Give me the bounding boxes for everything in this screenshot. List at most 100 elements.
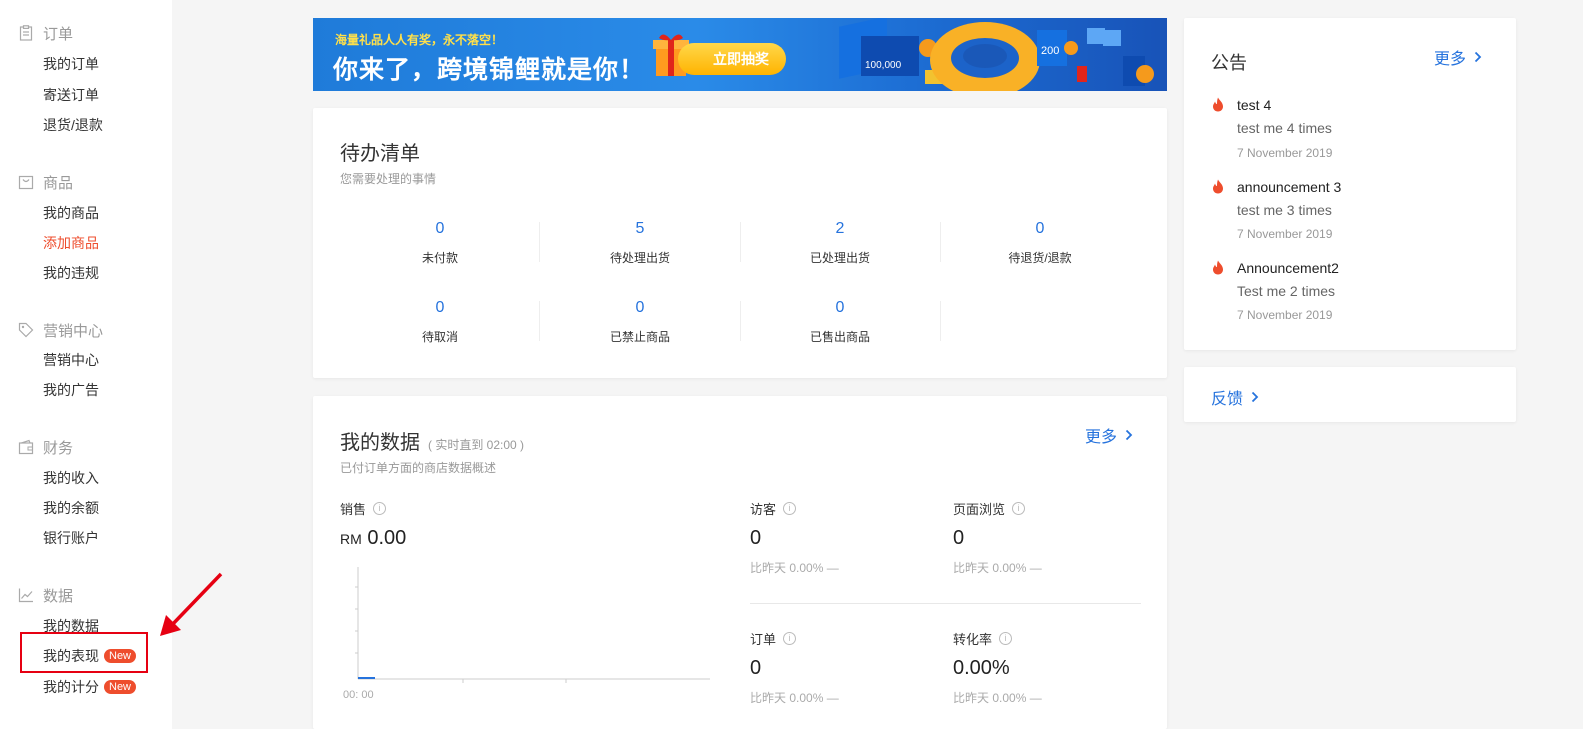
todo-banned-products-label: 已禁止商品 [609, 330, 670, 344]
sidebar-item-returns-refunds[interactable]: 退货/退款 [43, 116, 103, 134]
chevron-right-icon [1251, 391, 1259, 403]
info-icon[interactable]: i [783, 502, 797, 515]
announcement-body: Test me 2 times [1237, 283, 1336, 299]
sidebar-section-title: 数据 [43, 587, 74, 605]
todo-shipped-count[interactable]: 2 [740, 220, 940, 238]
todo-to-ship-label: 待处理出货 [609, 251, 670, 265]
orders-label-text: 订单 [750, 632, 777, 647]
todo-card: 待办清单 您需要处理的事情 0 未付款 5 待处理出货 2 已处理出货 0 待退… [313, 108, 1167, 378]
chart-x-label: 00: 00 [343, 689, 374, 701]
sidebar: 订单 我的订单 寄送订单 退货/退款 商品 我的商品 添加商品 我的违规 营销中… [0, 0, 172, 729]
sidebar-item-my-ads[interactable]: 我的广告 [43, 381, 99, 399]
sales-amount: 0.00 [367, 527, 407, 549]
tag-icon [18, 322, 34, 338]
conversion-rate-value: 0.00% [953, 657, 1010, 679]
page-views-label: 页面浏览 i [953, 499, 1026, 518]
feedback-card: 反馈 [1184, 367, 1516, 422]
my-data-title: 我的数据 [340, 432, 420, 454]
my-data-subtitle: 已付订单方面的商店数据概述 [340, 461, 497, 475]
sidebar-section-data: 数据 [18, 585, 73, 605]
todo-title: 待办清单 [340, 143, 420, 165]
page-views-label-text: 页面浏览 [953, 502, 1006, 517]
promo-banner[interactable]: 海量礼品人人有奖，永不落空！ 你来了，跨境锦鲤就是你！ 立即抽奖 100,000… [313, 18, 1167, 91]
visitors-compare: 比昨天 0.00% — [750, 561, 839, 575]
todo-unpaid-label: 未付款 [421, 251, 458, 265]
sidebar-item-add-product[interactable]: 添加商品 [43, 234, 99, 252]
feedback-link[interactable]: 反馈 [1211, 385, 1259, 409]
draw-now-button[interactable]: 立即抽奖 [678, 43, 786, 75]
sidebar-item-label: 我的计分 [43, 679, 99, 695]
sidebar-item-my-balance[interactable]: 我的余额 [43, 499, 99, 517]
wallet-icon [18, 439, 34, 455]
sidebar-item-my-orders[interactable]: 我的订单 [43, 55, 99, 73]
page-views-value: 0 [953, 527, 965, 549]
announcements-card: 公告 更多 test 4 test me 4 times 7 November … [1184, 18, 1516, 350]
sidebar-section-title: 营销中心 [43, 322, 104, 340]
sidebar-section-finance: 财务 [18, 437, 73, 457]
orders-compare: 比昨天 0.00% — [750, 691, 839, 705]
todo-sold-out-label: 已售出商品 [809, 330, 870, 344]
page-views-compare: 比昨天 0.00% — [953, 561, 1042, 575]
sidebar-section-products: 商品 [18, 172, 73, 192]
banner-headline: 你来了，跨境锦鲤就是你！ [333, 56, 646, 84]
info-icon[interactable]: i [783, 632, 797, 645]
banner-decoration: 100,000 200 [839, 18, 1154, 91]
todo-banned-products-count[interactable]: 0 [540, 299, 740, 317]
sidebar-item-my-products[interactable]: 我的商品 [43, 204, 99, 222]
conversion-rate-label: 转化率 i [953, 629, 1013, 648]
info-icon[interactable]: i [1012, 502, 1026, 515]
sidebar-item-my-violations[interactable]: 我的违规 [43, 264, 99, 282]
divider [940, 301, 941, 341]
sales-label: 销售 i [340, 499, 387, 518]
todo-return-refund-label: 待退货/退款 [1008, 251, 1072, 265]
fire-icon [1213, 179, 1223, 194]
info-icon[interactable]: i [373, 502, 387, 515]
more-label: 更多 [1085, 429, 1118, 446]
announcements-more-link[interactable]: 更多 [1434, 45, 1482, 69]
todo-subtitle: 您需要处理的事情 [340, 172, 437, 186]
announcement-body: test me 3 times [1237, 202, 1332, 218]
announcements-title: 公告 [1211, 53, 1247, 73]
sidebar-item-marketing-center[interactable]: 营销中心 [43, 351, 99, 369]
fire-icon [1213, 97, 1223, 112]
visitors-value: 0 [750, 527, 762, 549]
my-data-more-link[interactable]: 更多 [1085, 423, 1133, 447]
sales-label-text: 销售 [340, 502, 367, 517]
todo-shipped-label: 已处理出货 [809, 251, 870, 265]
banner-card-text: 200 [1041, 45, 1059, 57]
sidebar-section-title: 财务 [43, 439, 74, 457]
my-data-heading: 我的数据 ( 实时直到 02:00 ) [340, 426, 524, 455]
todo-to-ship-count[interactable]: 5 [540, 220, 740, 238]
fire-icon [1213, 260, 1223, 275]
clipboard-icon [18, 25, 34, 41]
announcement-body: test me 4 times [1237, 120, 1332, 136]
announcement-title[interactable]: Announcement2 [1237, 260, 1339, 276]
trend-chart-icon [18, 587, 34, 603]
sidebar-item-my-score[interactable]: 我的计分 New [43, 678, 137, 696]
sidebar-item-shipping-orders[interactable]: 寄送订单 [43, 86, 99, 104]
announcement-title[interactable]: announcement 3 [1237, 179, 1341, 195]
chevron-right-icon [1474, 51, 1482, 63]
sidebar-section-title: 订单 [43, 25, 74, 43]
banner-card-text: 100,000 [865, 60, 902, 71]
realtime-note: ( 实时直到 02:00 ) [428, 438, 525, 452]
todo-sold-out-count[interactable]: 0 [740, 299, 940, 317]
sidebar-section-orders: 订单 [18, 23, 73, 43]
announcement-title[interactable]: test 4 [1237, 97, 1271, 113]
announcement-date: 7 November 2019 [1237, 308, 1333, 322]
sales-chart: 00: 00 [343, 567, 710, 701]
sidebar-item-my-income[interactable]: 我的收入 [43, 469, 99, 487]
announcement-date: 7 November 2019 [1237, 146, 1333, 160]
orders-value: 0 [750, 657, 762, 679]
sidebar-section-title: 商品 [43, 174, 74, 192]
todo-to-cancel-label: 待取消 [421, 330, 458, 344]
info-icon[interactable]: i [999, 632, 1013, 645]
chevron-right-icon [1125, 429, 1133, 441]
new-badge: New [104, 680, 137, 694]
todo-to-cancel-count[interactable]: 0 [340, 299, 540, 317]
sidebar-section-marketing: 营销中心 [18, 320, 103, 340]
todo-return-refund-count[interactable]: 0 [940, 220, 1140, 238]
todo-unpaid-count[interactable]: 0 [340, 220, 540, 238]
currency-label: RM [340, 531, 362, 547]
sidebar-item-bank-account[interactable]: 银行账户 [43, 529, 99, 547]
